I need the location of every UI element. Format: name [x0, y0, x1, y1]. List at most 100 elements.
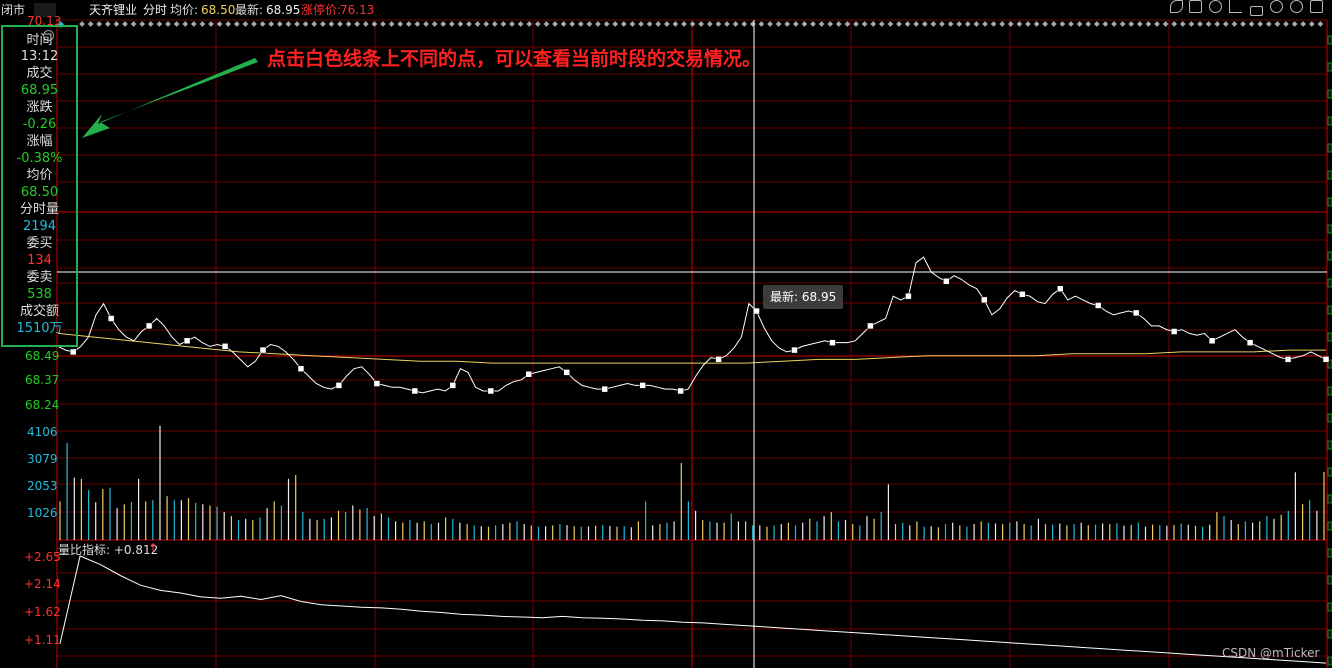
price-point-127	[1019, 291, 1026, 298]
event-diamond-20	[251, 21, 257, 27]
event-diamond-45	[466, 21, 472, 27]
event-markers	[56, 20, 1324, 29]
event-diamond-39	[414, 21, 421, 27]
volume-axis-label-3: 2053	[27, 479, 58, 493]
price-point-62	[525, 371, 533, 378]
event-diamond-27	[311, 21, 318, 27]
event-diamond-7	[139, 21, 146, 27]
event-diamond-6	[130, 21, 137, 27]
event-diamond-113	[1050, 21, 1057, 27]
info-price-value: 68.95	[20, 83, 59, 98]
event-diamond-85	[810, 21, 816, 27]
event-diamond-3	[104, 21, 111, 27]
right-axis-tick	[1327, 656, 1332, 666]
event-diamond-95	[896, 21, 902, 27]
event-diamond-57	[569, 21, 576, 27]
event-diamond-38	[405, 21, 412, 27]
indicator-title: 量比指标: +0.812	[58, 543, 159, 557]
right-axis-tick	[1327, 521, 1332, 531]
price-point-107	[867, 322, 874, 330]
event-diamond-112	[1042, 21, 1049, 27]
event-diamond-103	[964, 21, 971, 27]
annotation-arrow	[82, 58, 258, 138]
event-diamond-124	[1145, 21, 1152, 27]
event-diamond-88	[835, 21, 842, 27]
indicator-axis-label-4: +1.11	[24, 633, 61, 647]
right-axis-tick	[1327, 143, 1332, 153]
right-axis-tick	[1327, 197, 1332, 207]
event-diamond-79	[758, 21, 765, 27]
event-diamond-9	[156, 21, 163, 27]
event-diamond-84	[801, 21, 808, 27]
price-point-152	[1208, 337, 1216, 345]
event-diamond-129	[1188, 21, 1195, 27]
event-diamond-115	[1068, 21, 1074, 27]
event-diamond-16	[216, 21, 223, 27]
price-point-markers	[69, 278, 1330, 395]
info-avg-value: 68.50	[20, 185, 59, 200]
right-axis-tick	[1327, 35, 1332, 45]
event-diamond-97	[913, 21, 920, 27]
event-diamond-89	[844, 21, 851, 27]
chart-grid	[56, 19, 1332, 668]
price-point-117	[943, 278, 950, 285]
info-vol-label: 分时量	[19, 202, 59, 217]
event-diamond-98	[921, 21, 928, 27]
event-diamond-33	[362, 21, 369, 27]
indicator-axis-label-1: +2.65	[24, 550, 61, 564]
right-axis-tick	[1327, 62, 1332, 72]
event-diamond-120	[1111, 21, 1117, 27]
event-diamond-143	[1308, 21, 1315, 27]
event-diamond-17	[225, 21, 232, 27]
right-axis-tick	[1327, 89, 1332, 99]
event-diamond-63	[620, 21, 627, 27]
event-diamond-125	[1154, 21, 1160, 27]
price-point-87	[715, 356, 722, 363]
price-point-72	[601, 385, 608, 393]
event-diamond-119	[1102, 21, 1109, 27]
event-diamond-74	[715, 21, 722, 27]
right-axis-tick	[1327, 305, 1332, 315]
info-bid-label: 委买	[26, 236, 53, 251]
event-diamond-64	[629, 21, 636, 27]
event-diamond-77	[741, 21, 748, 27]
price-point-17	[183, 337, 191, 345]
volume-axis-label-4: 1026	[27, 506, 58, 520]
event-diamond-49	[500, 21, 507, 27]
event-diamond-122	[1128, 21, 1135, 27]
intraday-chart[interactable]	[0, 0, 1332, 668]
info-avg-label: 均价	[26, 168, 53, 183]
event-diamond-127	[1171, 21, 1178, 27]
price-point-102	[829, 339, 836, 346]
event-diamond-52	[526, 21, 533, 27]
info-vol-value: 2194	[22, 219, 57, 234]
volume-axis-label-2: 3079	[27, 452, 58, 466]
info-price-label: 成交	[26, 66, 53, 81]
event-diamond-141	[1291, 21, 1298, 27]
event-diamond-32	[354, 21, 361, 27]
event-diamond-43	[448, 21, 455, 27]
event-diamond-59	[586, 21, 593, 27]
event-diamond-48	[491, 21, 498, 27]
volume-axis-label-1: 4106	[27, 425, 58, 439]
event-diamond-78	[749, 21, 756, 27]
price-point-132	[1057, 285, 1064, 292]
event-diamond-12	[182, 21, 189, 27]
event-diamond-34	[371, 21, 378, 27]
event-diamond-72	[698, 21, 705, 27]
event-diamond-121	[1119, 21, 1126, 27]
event-diamond-135	[1240, 21, 1246, 27]
event-diamond-106	[990, 21, 997, 27]
event-diamond-24	[285, 21, 292, 27]
event-diamond-1	[87, 21, 94, 27]
event-diamond-25	[294, 21, 300, 27]
event-diamond-70	[681, 21, 687, 27]
event-diamond-46	[474, 21, 481, 27]
info-amount-value: 1510万	[16, 321, 63, 336]
right-axis-tick	[1327, 467, 1332, 477]
event-diamond-5	[122, 21, 128, 27]
event-diamond-51	[517, 21, 524, 27]
event-diamond-80	[767, 21, 773, 27]
event-diamond-75	[724, 21, 730, 27]
tooltip-text: 最新: 68.95	[770, 290, 837, 304]
